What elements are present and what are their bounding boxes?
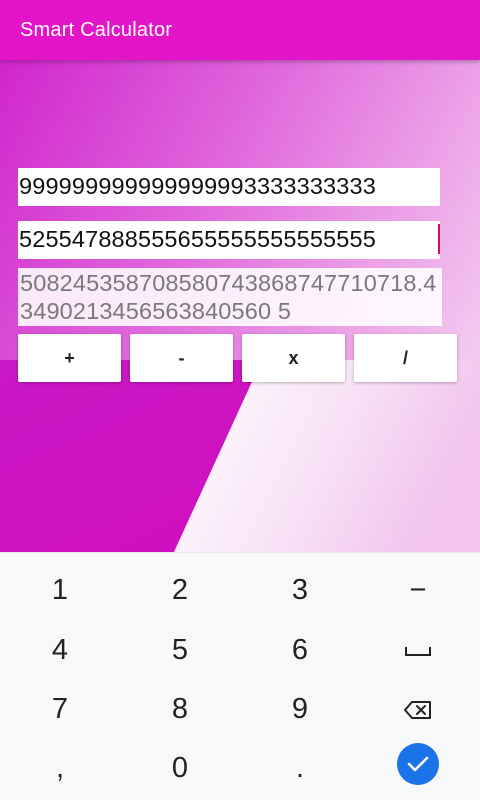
text-cursor (438, 224, 440, 254)
second-number-value: 525547888555655555555555555 (19, 226, 376, 252)
done-key[interactable] (397, 743, 439, 785)
first-number-input[interactable]: 999999999999999993333333333 (18, 168, 440, 206)
app-title: Smart Calculator (20, 19, 173, 41)
key-2[interactable]: 2 (120, 561, 240, 619)
first-number-value: 999999999999999993333333333 (19, 173, 376, 199)
numeric-keyboard: 1 2 3 − 4 5 6 7 8 9 , 0 . (0, 552, 480, 800)
key-0[interactable]: 0 (120, 739, 240, 797)
key-9[interactable]: 9 (240, 680, 360, 738)
add-button[interactable]: + (18, 334, 121, 382)
divide-button[interactable]: / (354, 334, 457, 382)
key-6[interactable]: 6 (240, 621, 360, 679)
key-space[interactable] (358, 621, 478, 679)
result-display: 508245358708580743868747710718.434902134… (18, 268, 442, 326)
subtract-button[interactable]: - (130, 334, 233, 382)
calculator-content: 999999999999999993333333333 525547888555… (0, 60, 480, 552)
key-4[interactable]: 4 (0, 621, 120, 679)
key-comma[interactable]: , (0, 739, 120, 797)
key-backspace[interactable] (358, 680, 478, 738)
key-8[interactable]: 8 (120, 680, 240, 738)
multiply-button[interactable]: x (242, 334, 345, 382)
backspace-icon (404, 701, 431, 720)
key-1[interactable]: 1 (0, 561, 120, 619)
key-7[interactable]: 7 (0, 680, 120, 738)
key-minus[interactable]: − (358, 561, 478, 619)
checkmark-icon (407, 756, 429, 772)
app-bar: Smart Calculator (0, 0, 480, 60)
app-screen: Smart Calculator 99999999999999999333333… (0, 0, 480, 800)
key-3[interactable]: 3 (240, 561, 360, 619)
space-icon (405, 647, 431, 657)
result-value: 508245358708580743868747710718.434902134… (20, 270, 437, 324)
second-number-input[interactable]: 525547888555655555555555555 (18, 221, 440, 259)
key-5[interactable]: 5 (120, 621, 240, 679)
key-period[interactable]: . (240, 739, 360, 797)
